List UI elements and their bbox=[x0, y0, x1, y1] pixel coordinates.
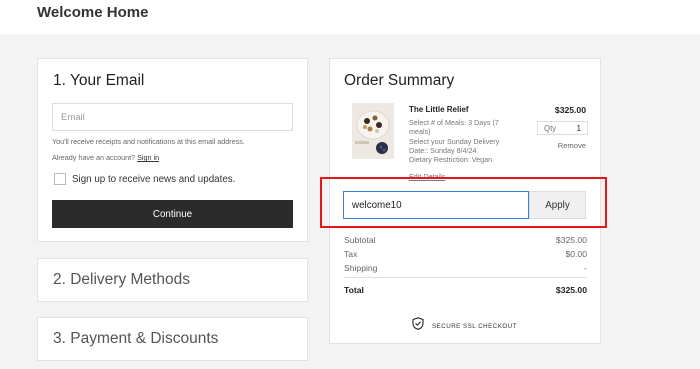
tax-label: Tax bbox=[344, 249, 358, 259]
tax-row: Tax $0.00 bbox=[344, 249, 587, 259]
email-section: 1. Your Email You'll receive receipts an… bbox=[37, 58, 308, 242]
product-details: Select # of Meals: 3 Days (7 meals) Sele… bbox=[409, 118, 519, 164]
delivery-section-title: 2. Delivery Methods bbox=[53, 271, 190, 288]
store-brand[interactable]: Welcome Home bbox=[37, 4, 148, 21]
qty-value[interactable]: 1 bbox=[577, 124, 581, 133]
newsletter-option[interactable]: Sign up to receive news and updates. bbox=[54, 172, 235, 186]
product-name: The Little Relief bbox=[409, 105, 469, 114]
product-price: $325.00 bbox=[554, 105, 586, 115]
totals-divider bbox=[344, 277, 587, 278]
subtotal-label: Subtotal bbox=[344, 235, 376, 245]
delivery-section: 2. Delivery Methods bbox=[37, 258, 308, 302]
total-row: Total $325.00 bbox=[344, 285, 587, 295]
qty-label: Qty bbox=[544, 123, 557, 133]
secure-checkout-badge: SECURE SSL CHECKOUT bbox=[412, 317, 517, 335]
shipping-label: Shipping bbox=[344, 263, 378, 273]
email-input[interactable] bbox=[52, 103, 293, 131]
account-prompt-text: Already have an account? bbox=[52, 153, 136, 162]
order-summary-title: Order Summary bbox=[344, 72, 455, 89]
tax-value: $0.00 bbox=[565, 249, 587, 259]
quantity-field[interactable]: Qty 1 bbox=[537, 121, 588, 135]
remove-item-link[interactable]: Remove bbox=[558, 141, 586, 150]
subtotal-value: $325.00 bbox=[555, 235, 587, 245]
newsletter-label[interactable]: Sign up to receive news and updates. bbox=[72, 174, 235, 185]
shipping-row: Shipping - bbox=[344, 263, 587, 273]
apply-coupon-button[interactable]: Apply bbox=[529, 191, 586, 219]
payment-section-title: 3. Payment & Discounts bbox=[53, 330, 219, 347]
newsletter-checkbox[interactable] bbox=[54, 173, 66, 185]
total-label: Total bbox=[344, 285, 364, 295]
shipping-value: - bbox=[584, 263, 587, 273]
receipts-notice: You'll receive receipts and notification… bbox=[52, 137, 245, 146]
shield-check-icon bbox=[412, 317, 424, 335]
product-detail-delivery: Select your Sunday Delivery Date:: Sunda… bbox=[409, 136, 500, 155]
product-image bbox=[352, 103, 394, 159]
product-detail-diet: Dietary Restriction: Vegan bbox=[409, 155, 493, 165]
signin-link[interactable]: Sign in bbox=[137, 153, 159, 162]
coupon-code-input[interactable] bbox=[343, 191, 529, 219]
subtotal-row: Subtotal $325.00 bbox=[344, 235, 587, 245]
top-bar: Welcome Home bbox=[0, 0, 700, 34]
payment-section: 3. Payment & Discounts bbox=[37, 317, 308, 361]
product-detail-meals: Select # of Meals: 3 Days (7 meals) bbox=[409, 118, 499, 137]
secure-checkout-label: SECURE SSL CHECKOUT bbox=[432, 322, 517, 330]
account-prompt: Already have an account? Sign in bbox=[52, 153, 159, 162]
email-section-title: 1. Your Email bbox=[53, 72, 145, 89]
total-value: $325.00 bbox=[555, 285, 587, 295]
continue-button[interactable]: Continue bbox=[52, 200, 293, 228]
